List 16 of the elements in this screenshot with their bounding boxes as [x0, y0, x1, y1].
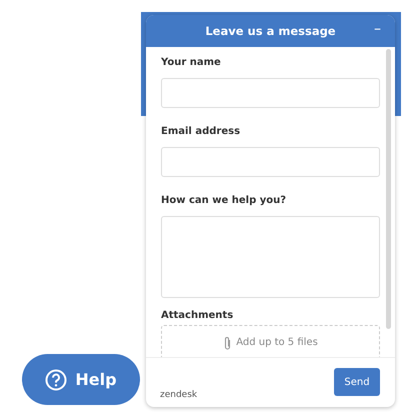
question-icon	[45, 368, 68, 390]
attachment-dropzone[interactable]: Add up to 5 files	[161, 325, 380, 357]
field-label: Email address	[161, 126, 242, 137]
scrollbar[interactable]	[386, 49, 391, 329]
input-field[interactable]	[161, 78, 380, 108]
message-field[interactable]	[161, 216, 380, 298]
help-button[interactable]: Help	[22, 354, 140, 405]
field-label: Attachments	[161, 310, 234, 321]
paperclip-icon	[223, 336, 232, 351]
field-label: Your name	[161, 57, 222, 68]
send-button[interactable]: Send	[334, 368, 380, 396]
widget-title: Leave us a message	[205, 24, 336, 38]
field-label: How can we help you?	[161, 195, 288, 206]
input-field[interactable]	[161, 147, 380, 177]
minimize-button[interactable]: –	[370, 21, 385, 37]
brand-text: zendesk	[160, 390, 198, 400]
